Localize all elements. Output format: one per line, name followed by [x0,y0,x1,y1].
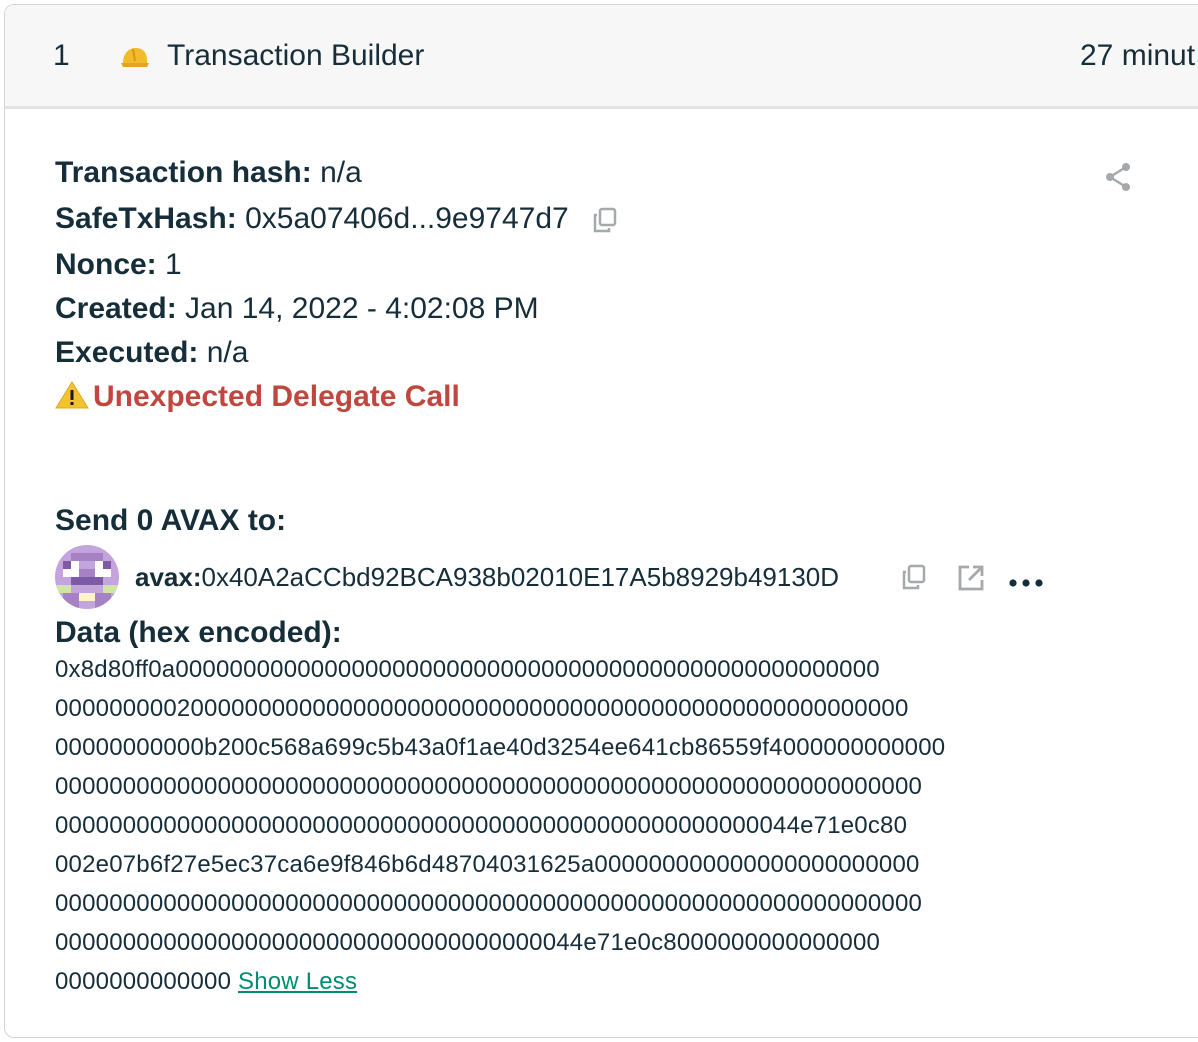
copy-address-icon[interactable] [900,563,928,591]
recipient-address: avax:0x40A2aCCbd92BCA938b02010E17A5b8929… [135,560,839,594]
hex-data-last-line: 0000000000000 Show Less [55,967,357,997]
transaction-type-title: Transaction Builder [167,39,425,72]
transaction-relative-time: 27 minut [1080,39,1196,72]
hex-data-line: 0000000002000000000000000000000000000000… [55,695,909,722]
created-row: Created: Jan 14, 2022 - 4:02:08 PM [55,291,539,327]
nonce-value: 1 [165,248,182,281]
external-link-icon[interactable] [956,563,986,593]
nonce-label: Nonce: [55,248,157,281]
hex-data-line: 0000000000000000000000000000000000000000… [55,812,908,839]
warning-text: Unexpected Delegate Call [93,380,460,413]
executed-row: Executed: n/a [55,335,248,371]
transaction-nonce: 1 [53,39,70,72]
warning-triangle-icon [55,381,89,409]
executed-value: n/a [206,336,249,369]
more-options-icon[interactable] [1008,577,1044,589]
hex-data-line: 0000000000000000000000000000000000000000… [55,890,923,917]
hex-data-line: 000000000000000000000000000000000000044e… [55,929,881,956]
show-less-link[interactable]: Show Less [238,968,357,995]
safe-tx-hash-row: SafeTxHash: 0x5a07406d...9e9747d7 [55,201,619,237]
created-value: Jan 14, 2022 - 4:02:08 PM [185,292,539,325]
address-network-prefix: avax: [135,562,202,592]
safe-tx-hash-value: 0x5a07406d...9e9747d7 [245,202,569,235]
transaction-builder-helmet-icon [121,48,149,67]
created-label: Created: [55,292,177,325]
share-icon[interactable] [1103,161,1133,193]
transaction-hash-value: n/a [320,156,362,189]
hex-data-line: 0x8d80ff0a000000000000000000000000000000… [55,656,880,683]
transaction-hash-label: Transaction hash: [55,156,312,189]
nonce-row: Nonce: 1 [55,247,182,283]
send-title: Send 0 AVAX to: [55,504,287,537]
hex-data-line: 0000000000000000000000000000000000000000… [55,773,923,800]
unexpected-delegate-call-warning: Unexpected Delegate Call [55,379,460,415]
avatar [55,545,119,609]
data-title: Data (hex encoded): [55,616,342,649]
transaction-row-header[interactable]: 1 Transaction Builder 27 minut [5,5,1198,109]
copy-icon[interactable] [591,206,619,234]
hex-data-line: 002e07b6f27e5ec37ca6e9f846b6d48704031625… [55,851,920,878]
transaction-hash-row: Transaction hash: n/a [55,155,362,191]
executed-label: Executed: [55,336,199,369]
address-value: 0x40A2aCCbd92BCA938b02010E17A5b8929b4913… [201,562,840,592]
hex-data-tail: 0000000000000 [55,968,232,995]
safe-tx-hash-label: SafeTxHash: [55,202,237,235]
hex-data-line: 00000000000b200c568a699c5b43a0f1ae40d325… [55,734,946,761]
transaction-card: 1 Transaction Builder 27 minut Transacti… [4,4,1198,1038]
